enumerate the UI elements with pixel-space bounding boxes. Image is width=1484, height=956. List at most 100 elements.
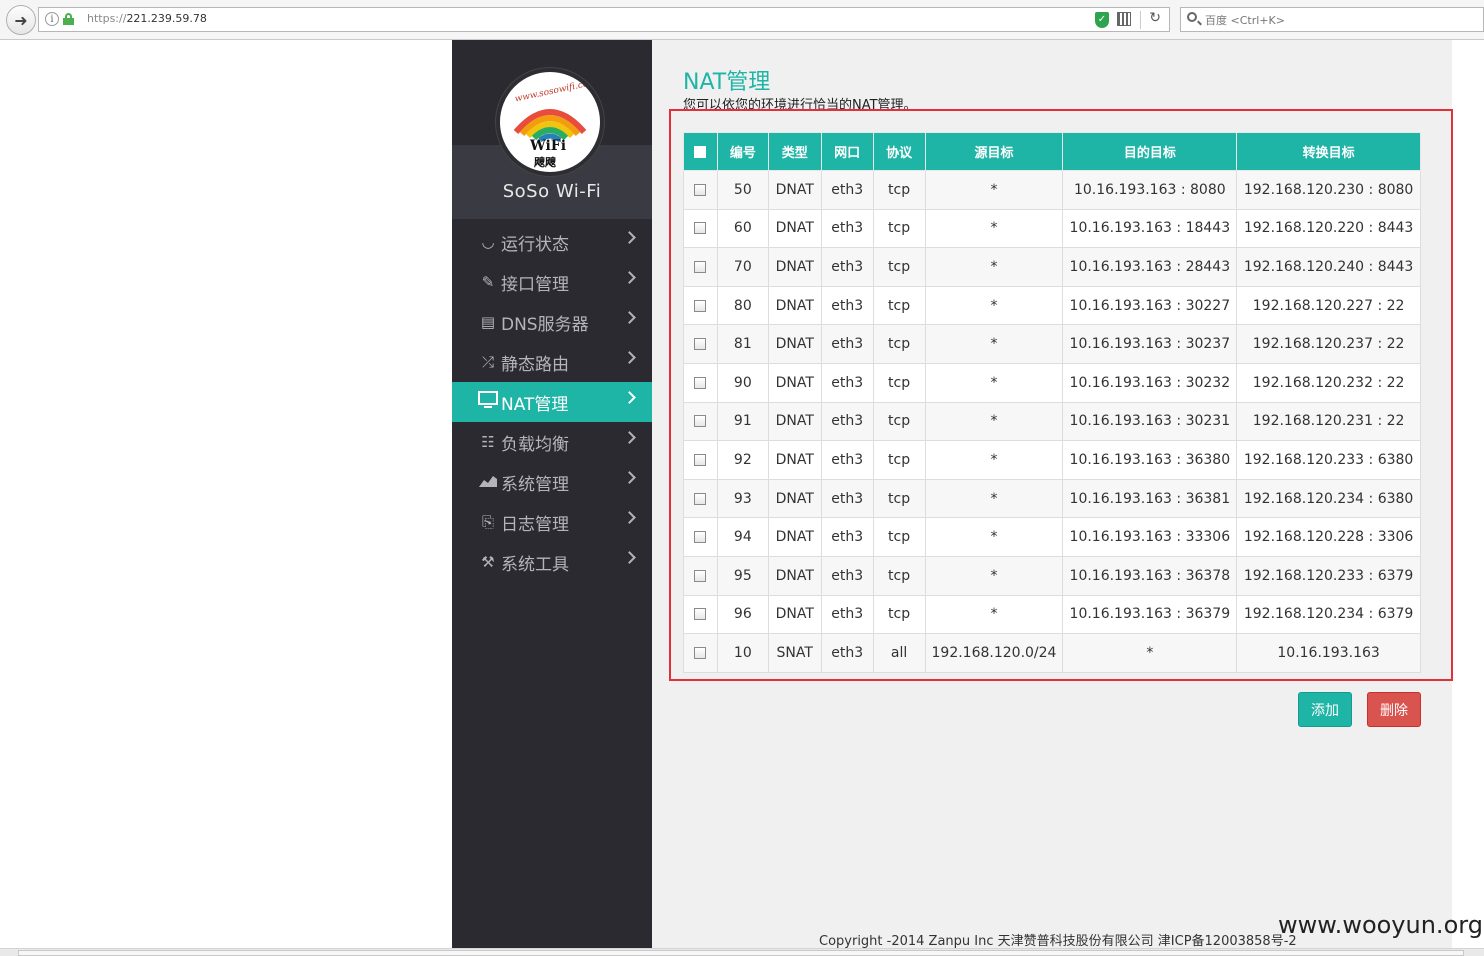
table-cell: DNAT [767,594,822,635]
nat-table: 编号 类型 网口 协议 源目标 目的目标 转换目标 50 DNAT eth3 tcp *… [683,132,1421,673]
row-checkbox[interactable] [694,608,707,621]
column-header: 源目标 [924,132,1064,171]
row-select-cell [683,401,718,442]
row-select-cell [683,594,718,635]
table-cell: DNAT [767,401,822,442]
chevron-right-icon [623,311,636,324]
row-select-cell [683,633,718,673]
reload-icon[interactable]: ↻ [1149,10,1161,26]
horizontal-scrollbar[interactable] [0,948,1484,956]
row-checkbox[interactable] [694,260,707,273]
sidebar-item-label: 系统管理 [501,474,569,495]
table-cell: eth3 [820,208,874,249]
table-cell: 90 [716,362,769,403]
chevron-right-icon [623,431,636,444]
sidebar-item-system[interactable]: 系统管理 [452,462,652,502]
dashboard-icon: ◡ [481,233,495,251]
row-select-cell [683,362,718,403]
sidebar-item-label: 静态路由 [501,354,569,375]
row-select-cell [683,440,718,480]
chevron-right-icon [623,231,636,244]
row-checkbox[interactable] [694,646,707,659]
table-cell: DNAT [767,555,822,596]
table-cell: DNAT [767,478,822,519]
search-input[interactable]: 百度 <Ctrl+K> [1180,7,1484,32]
table-cell: tcp [872,324,926,364]
table-row: 95 DNAT eth3 tcp * 10.16.193.163 : 36378 192.1… [683,555,1421,596]
address-bar[interactable]: i https://221.239.59.78 ✓ ↻ [38,7,1170,32]
sidebar-item-interfaces[interactable]: ✎ 接口管理 [452,262,652,302]
table-cell: 192.168.120.228 : 3306 [1236,517,1421,557]
row-checkbox[interactable] [694,531,707,544]
table-cell: 192.168.120.234 : 6379 [1236,594,1421,635]
delete-button[interactable]: 删除 [1367,692,1421,727]
select-all-checkbox[interactable] [694,145,707,158]
shield-icon[interactable]: ✓ [1095,12,1109,28]
row-checkbox[interactable] [694,492,707,505]
column-header: 类型 [767,132,822,171]
back-button[interactable]: ➜ [6,5,36,35]
table-cell: 10.16.193.163 : 36378 [1062,555,1238,596]
select-all-cell [683,132,718,171]
table-cell: * [924,285,1064,326]
main-content: NAT管理 您可以依您的环境进行恰当的NAT管理。 编号 类型 网口 协议 源目… [652,40,1453,948]
sidebar-item-label: 运行状态 [501,234,569,255]
table-cell: DNAT [767,324,822,364]
row-checkbox[interactable] [694,299,707,312]
sidebar-item-label: NAT管理 [501,394,569,415]
table-cell: 81 [716,324,769,364]
table-cell: tcp [872,594,926,635]
table-cell: DNAT [767,170,822,210]
row-checkbox[interactable] [694,338,707,351]
table-cell: 192.168.120.233 : 6379 [1236,555,1421,596]
row-checkbox[interactable] [694,569,707,582]
table-cell: eth3 [820,362,874,403]
table-cell: tcp [872,478,926,519]
table-cell: 10.16.193.163 : 36381 [1062,478,1238,519]
row-checkbox[interactable] [694,453,707,466]
table-cell: 91 [716,401,769,442]
table-cell: tcp [872,401,926,442]
table-row: 81 DNAT eth3 tcp * 10.16.193.163 : 30237 192.1… [683,324,1421,364]
sidebar-item-load-balance[interactable]: ☷ 负载均衡 [452,422,652,462]
add-button[interactable]: 添加 [1298,692,1352,727]
table-cell: tcp [872,555,926,596]
row-checkbox[interactable] [694,183,707,196]
row-checkbox[interactable] [694,222,707,235]
scrollbar-thumb[interactable] [18,950,1464,956]
table-cell: DNAT [767,440,822,480]
table-cell: eth3 [820,401,874,442]
table-cell: 10.16.193.163 : 30231 [1062,401,1238,442]
table-cell: 10.16.193.163 : 8080 [1062,170,1238,210]
sidebar-item-nat[interactable]: NAT管理 [452,382,652,422]
row-select-cell [683,324,718,364]
table-cell: 10.16.193.163 : 18443 [1062,208,1238,249]
table-row: 60 DNAT eth3 tcp * 10.16.193.163 : 18443 192.1… [683,208,1421,249]
table-cell: 95 [716,555,769,596]
table-cell: 10.16.193.163 : 30227 [1062,285,1238,326]
table-cell: 192.168.120.234 : 6380 [1236,478,1421,519]
sidebar-item-status[interactable]: ◡ 运行状态 [452,222,652,262]
row-select-cell [683,285,718,326]
sidebar-item-dns[interactable]: ▤ DNS服务器 [452,302,652,342]
browser-toolbar: ➜ i https://221.239.59.78 ✓ ↻ 百度 <Ctrl+K… [0,0,1484,40]
table-row: 80 DNAT eth3 tcp * 10.16.193.163 : 30227 192.1… [683,285,1421,326]
table-cell: DNAT [767,247,822,287]
url-scheme: https:// [87,12,127,25]
table-cell: eth3 [820,478,874,519]
sidebar-item-static-routes[interactable]: ⤮ 静态路由 [452,342,652,382]
sidebar-item-label: 负载均衡 [501,434,569,455]
qr-code-icon[interactable] [1117,12,1131,26]
info-icon[interactable]: i [45,12,59,26]
table-row: 96 DNAT eth3 tcp * 10.16.193.163 : 36379 192.1… [683,594,1421,635]
table-cell: 192.168.120.237 : 22 [1236,324,1421,364]
table-cell: * [1062,633,1238,673]
table-cell: * [924,555,1064,596]
sidebar-item-label: 系统工具 [501,554,569,575]
sidebar-item-logs[interactable]: ⎘ 日志管理 [452,502,652,542]
sidebar-item-tools[interactable]: ⚒ 系统工具 [452,542,652,582]
row-checkbox[interactable] [694,415,707,428]
row-checkbox[interactable] [694,376,707,389]
table-row: 90 DNAT eth3 tcp * 10.16.193.163 : 30232 192.1… [683,362,1421,403]
table-cell: 192.168.120.230 : 8080 [1236,170,1421,210]
